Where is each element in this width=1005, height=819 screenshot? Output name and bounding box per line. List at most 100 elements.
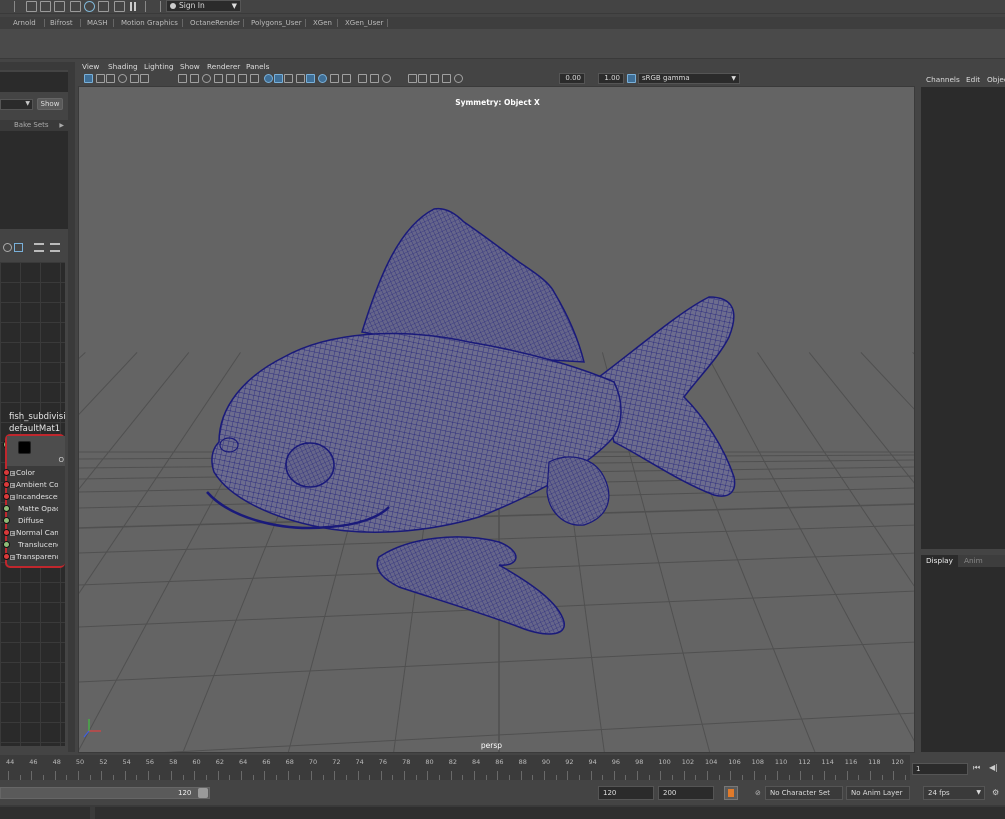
go-to-start-icon[interactable]: ⏮ <box>973 763 980 773</box>
shelf-tab-polygons-user[interactable]: Polygons_User <box>247 17 306 29</box>
node-attribute-port[interactable] <box>3 541 10 548</box>
preferences-icon[interactable]: ⚙ <box>992 788 999 797</box>
chevron-right-icon[interactable]: ▶ <box>59 120 64 131</box>
step-back-icon[interactable]: ◀| <box>989 763 998 772</box>
pause-icon[interactable] <box>128 1 139 12</box>
field-chart-icon[interactable] <box>226 74 235 83</box>
left-panel-splitter[interactable] <box>68 62 75 752</box>
tab-display[interactable]: Display <box>921 555 958 567</box>
playback-end-field[interactable]: 120 <box>598 786 654 800</box>
screen-space-ao-icon[interactable] <box>330 74 339 83</box>
sign-in-dropdown[interactable]: Sign In ▼ <box>166 0 241 12</box>
color-management-icon[interactable] <box>627 74 636 83</box>
menu-show[interactable]: Show <box>180 61 200 72</box>
current-frame-field[interactable]: 1 <box>912 763 968 775</box>
shelf-tab-arnold[interactable]: Arnold <box>9 17 40 29</box>
menu-edit[interactable]: Edit <box>966 73 980 86</box>
use-all-lights-icon[interactable] <box>306 74 315 83</box>
node-attribute-row[interactable]: Diffuse <box>10 515 58 526</box>
node-attribute-row[interactable]: Translucence <box>10 539 58 550</box>
xray-components-icon[interactable] <box>430 74 439 83</box>
channel-box-list[interactable] <box>921 87 1005 549</box>
layout-icon[interactable] <box>14 243 23 252</box>
safe-action-icon[interactable] <box>238 74 247 83</box>
fps-dropdown[interactable]: 24 fps ▼ <box>923 786 985 800</box>
open-scene-icon[interactable] <box>40 1 51 12</box>
expand-icon[interactable]: + <box>10 554 15 560</box>
node-attribute-row[interactable]: +Ambient Colo <box>10 479 58 490</box>
xray-icon[interactable] <box>408 74 417 83</box>
auto-key-icon[interactable] <box>724 786 738 800</box>
camera-display-icon[interactable] <box>454 74 463 83</box>
animation-end-field[interactable]: 200 <box>658 786 714 800</box>
ipr-render-icon[interactable] <box>98 1 109 12</box>
node-attribute-port[interactable] <box>3 493 10 500</box>
menu-object[interactable]: Objec <box>987 73 1005 86</box>
menu-view[interactable]: View <box>82 61 99 72</box>
camera-attributes-icon[interactable] <box>96 74 105 83</box>
menu-panels[interactable]: Panels <box>246 61 270 72</box>
show-button[interactable]: Show <box>37 98 63 110</box>
gate-mask-icon[interactable] <box>214 74 223 83</box>
snap-grid-icon[interactable] <box>70 1 81 12</box>
anti-aliasing-icon[interactable] <box>358 74 367 83</box>
menu-lighting[interactable]: Lighting <box>144 61 174 72</box>
node-attribute-row[interactable]: +Normal Came <box>10 527 58 538</box>
bookmark-icon[interactable] <box>106 74 115 83</box>
node-attribute-port[interactable] <box>3 481 10 488</box>
shelf-tab-octanerender[interactable]: OctaneRender <box>186 17 244 29</box>
node-attribute-row[interactable]: Matte Opacity <box>10 503 58 514</box>
node-attribute-port[interactable] <box>3 517 10 524</box>
depth-of-field-icon[interactable] <box>370 74 379 83</box>
menu-channels[interactable]: Channels <box>926 73 960 86</box>
menu-renderer[interactable]: Renderer <box>207 61 240 72</box>
safe-title-icon[interactable] <box>250 74 259 83</box>
expand-icon[interactable]: + <box>10 470 15 476</box>
graph-icon[interactable] <box>3 243 12 252</box>
menu-shading[interactable]: Shading <box>108 61 138 72</box>
default-material-icon[interactable] <box>284 74 293 83</box>
tab-bake-sets[interactable]: Bake Sets ▶ <box>0 120 68 131</box>
command-line-input[interactable] <box>0 807 90 819</box>
shelf-tab-xgen-user[interactable]: XGen_User <box>341 17 387 29</box>
smooth-shade-icon[interactable] <box>274 74 283 83</box>
viewport-persp[interactable]: Symmetry: Object X persp <box>78 86 915 753</box>
gamma-field[interactable]: 1.00 <box>598 73 624 84</box>
2d-pan-zoom-icon[interactable] <box>130 74 139 83</box>
new-scene-icon[interactable] <box>26 1 37 12</box>
shelf-tab-motion-graphics[interactable]: Motion Graphics <box>117 17 182 29</box>
layer-editor-list[interactable] <box>921 567 1005 752</box>
shelf-tab-xgen[interactable]: XGen <box>309 17 336 29</box>
film-gate-icon[interactable] <box>190 74 199 83</box>
list-icon[interactable] <box>50 243 60 252</box>
expand-icon[interactable]: + <box>10 530 15 536</box>
node-attribute-port[interactable] <box>3 553 10 560</box>
shadows-icon[interactable] <box>318 74 327 83</box>
color-space-dropdown[interactable]: sRGB gamma ▼ <box>638 73 740 84</box>
list-icon[interactable] <box>34 243 44 252</box>
render-settings-icon[interactable] <box>114 1 125 12</box>
isolate-select-icon[interactable] <box>382 74 391 83</box>
expand-icon[interactable]: + <box>10 494 15 500</box>
time-slider[interactable]: 44 46 48 50 52 54 56 58 60 62 64 66 68 70 72 74 76 78 80 82… <box>0 755 910 780</box>
exposure-field[interactable]: 0.00 <box>559 73 585 84</box>
backface-culling-icon[interactable] <box>442 74 451 83</box>
fish-mesh[interactable] <box>206 207 736 635</box>
node-attribute-row[interactable]: +Color <box>10 467 58 478</box>
filter-dropdown[interactable]: ▼ <box>0 99 33 110</box>
node-attribute-row[interactable]: +Transparency <box>10 551 58 562</box>
node-attribute-port[interactable] <box>3 505 10 512</box>
shelf-tab-mash[interactable]: MASH <box>83 17 112 29</box>
range-slider-handle[interactable] <box>198 788 208 798</box>
image-plane-icon[interactable] <box>118 74 127 83</box>
xray-joints-icon[interactable] <box>418 74 427 83</box>
node-attribute-port[interactable] <box>3 469 10 476</box>
textured-icon[interactable] <box>296 74 305 83</box>
render-icon[interactable] <box>84 1 95 12</box>
node-attribute-port[interactable] <box>3 529 10 536</box>
resolution-gate-icon[interactable] <box>202 74 211 83</box>
tab-anim[interactable]: Anim <box>959 555 988 567</box>
select-camera-icon[interactable] <box>84 74 93 83</box>
wireframe-icon[interactable] <box>264 74 273 83</box>
save-scene-icon[interactable] <box>54 1 65 12</box>
